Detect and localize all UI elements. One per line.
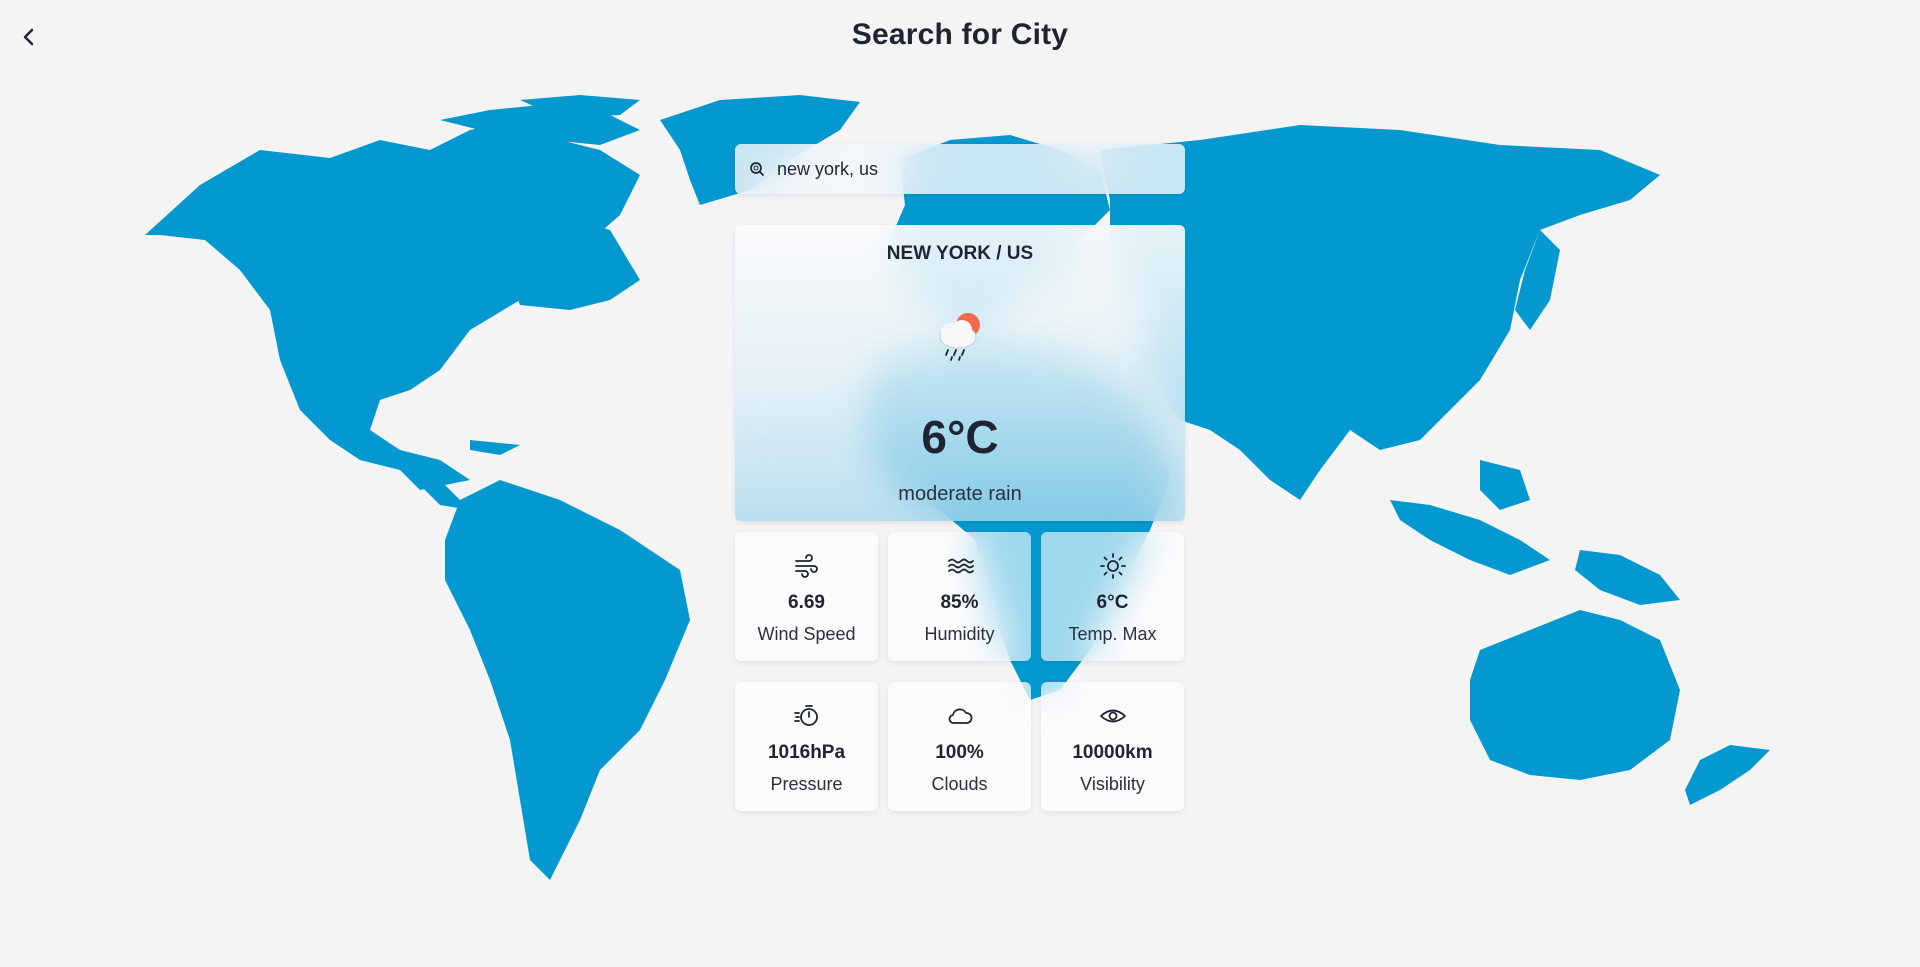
stat-card-visibility: 10000km Visibility	[1041, 682, 1184, 811]
stat-value: 1016hPa	[767, 742, 846, 763]
stat-label: Visibility	[1080, 774, 1145, 794]
stat-value: 100%	[935, 742, 984, 763]
city-name: NEW YORK / US	[886, 243, 1034, 264]
search-bar[interactable]	[735, 144, 1185, 194]
search-icon	[747, 159, 767, 179]
wind-icon	[794, 554, 818, 578]
stopwatch-icon	[793, 705, 818, 726]
map-north-america	[145, 120, 640, 490]
stat-value: 6°C	[1096, 592, 1129, 613]
map-australia	[1470, 610, 1680, 780]
stat-label: Clouds	[931, 774, 988, 794]
weather-search-page: Search for City NEW YORK / US 6°C modera…	[0, 0, 1920, 967]
sun-icon	[1099, 553, 1126, 579]
temperature: 6°C	[921, 411, 999, 463]
stat-label: Wind Speed	[757, 624, 856, 644]
stat-card-wind-speed: 6.69 Wind Speed	[735, 532, 878, 661]
cloud-icon	[948, 708, 972, 724]
stat-card-temp-max: 6°C Temp. Max	[1041, 532, 1184, 661]
stat-value: 6.69	[788, 592, 825, 613]
search-input[interactable]	[775, 157, 1179, 181]
stat-label: Pressure	[770, 774, 843, 794]
stat-card-pressure: 1016hPa Pressure	[735, 682, 878, 811]
map-south-america	[445, 480, 690, 880]
stat-label: Humidity	[924, 624, 995, 644]
page-title: Search for City	[851, 18, 1069, 51]
stat-value: 10000km	[1072, 742, 1153, 763]
stat-card-humidity: 85% Humidity	[888, 532, 1031, 661]
eye-icon	[1099, 709, 1126, 723]
stat-card-clouds: 100% Clouds	[888, 682, 1031, 811]
weather-card: NEW YORK / US 6°C moderate rain	[735, 225, 1185, 521]
stat-value: 85%	[940, 592, 979, 613]
waves-icon	[947, 558, 974, 574]
weather-description: moderate rain	[898, 483, 1022, 505]
stat-label: Temp. Max	[1068, 624, 1157, 644]
rain-cloud-sun-icon	[939, 313, 980, 361]
